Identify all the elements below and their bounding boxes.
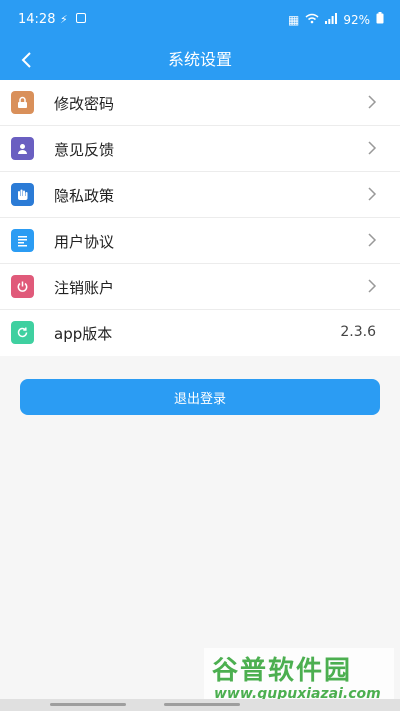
app-version-value: 2.3.6 <box>340 324 376 340</box>
chevron-right-icon <box>368 187 377 201</box>
bolt-icon: ⚡ <box>60 13 68 26</box>
refresh-icon <box>11 321 34 344</box>
settings-item-label: 修改密码 <box>54 95 115 113</box>
hand-icon <box>11 183 34 206</box>
status-right: ▦ 92% <box>288 12 384 27</box>
signal-icon <box>325 12 338 27</box>
chevron-right-icon <box>368 233 377 247</box>
settings-item-label: 隐私政策 <box>54 187 115 205</box>
settings-item-app-version[interactable]: app版本 2.3.6 <box>0 310 400 356</box>
settings-item-feedback[interactable]: 意见反馈 <box>0 126 400 172</box>
lock-icon <box>11 91 34 114</box>
settings-item-user-agreement[interactable]: 用户协议 <box>0 218 400 264</box>
qr-icon: ▦ <box>287 12 300 27</box>
status-left-icons: ⚡ <box>60 13 86 26</box>
person-icon <box>11 137 34 160</box>
battery-percent: 92% <box>343 12 370 27</box>
battery-icon <box>376 12 384 27</box>
page-title: 系统设置 <box>167 50 232 69</box>
document-icon <box>11 229 34 252</box>
square-icon <box>75 13 86 23</box>
settings-item-label: app版本 <box>54 325 113 343</box>
chevron-right-icon <box>368 95 377 109</box>
chevron-right-icon <box>368 279 377 293</box>
settings-item-change-password[interactable]: 修改密码 <box>0 80 400 126</box>
settings-item-delete-account[interactable]: 注销账户 <box>0 264 400 310</box>
settings-item-label: 注销账户 <box>54 279 115 297</box>
status-bar: 14:28 ⚡ ▦ 92% <box>0 0 400 40</box>
settings-item-label: 意见反馈 <box>54 141 115 159</box>
nav-bar: 系统设置 <box>0 40 400 80</box>
gesture-handle-right[interactable] <box>164 703 240 706</box>
wifi-icon <box>305 13 319 27</box>
top-bar: 14:28 ⚡ ▦ 92% 系统设置 <box>0 0 400 80</box>
gesture-handle-left[interactable] <box>50 703 126 706</box>
settings-item-label: 用户协议 <box>54 233 115 251</box>
status-time: 14:28 <box>18 12 56 27</box>
watermark-title: 谷普软件园 <box>212 656 353 686</box>
settings-item-privacy-policy[interactable]: 隐私政策 <box>0 172 400 218</box>
power-icon <box>11 275 34 298</box>
settings-list: 修改密码 意见反馈 隐私政策 用户协议 注销账户 app版本 2.3.6 <box>0 80 400 356</box>
chevron-right-icon <box>368 141 377 155</box>
logout-button[interactable]: 退出登录 <box>20 379 380 415</box>
